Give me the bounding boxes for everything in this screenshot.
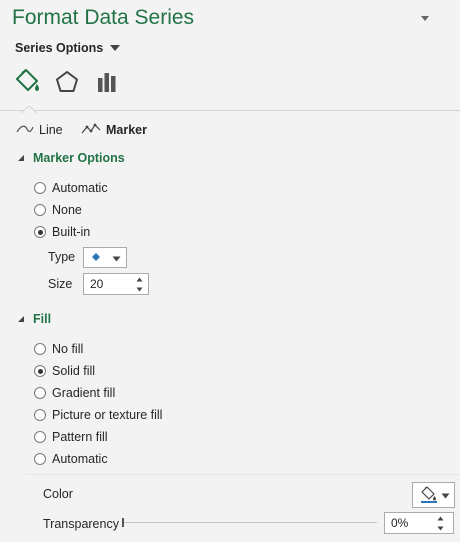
radio-label: No fill: [52, 342, 84, 356]
marker-line-icon: [81, 123, 101, 138]
pane-options-dropdown-icon[interactable]: [418, 12, 432, 22]
radio-button[interactable]: [34, 431, 46, 443]
marker-options-heading: Marker Options: [33, 151, 125, 165]
radio-label: Automatic: [52, 181, 108, 195]
transparency-slider-track[interactable]: [123, 522, 377, 523]
transparency-input[interactable]: [385, 513, 433, 533]
subtab-line[interactable]: Line: [16, 121, 63, 139]
radio-button[interactable]: [34, 409, 46, 421]
fill-radio-no-fill[interactable]: No fill: [34, 340, 83, 358]
marker-options-header[interactable]: Marker Options: [17, 151, 125, 165]
fill-radio-solid-fill[interactable]: Solid fill: [34, 362, 95, 380]
marker-shape-icon: [91, 251, 101, 265]
transparency-spinner[interactable]: [384, 512, 454, 534]
radio-label: Pattern fill: [52, 430, 108, 444]
collapse-triangle-icon: [17, 312, 25, 326]
bar-chart-icon: [94, 69, 120, 98]
radio-button[interactable]: [34, 343, 46, 355]
transparency-label: Transparency: [43, 517, 119, 531]
marker-size-input[interactable]: [84, 274, 132, 294]
fill-color-picker[interactable]: [412, 482, 455, 508]
spin-up-icon[interactable]: [132, 276, 146, 283]
fill-radio-picture-texture[interactable]: Picture or texture fill: [34, 406, 162, 424]
radio-label: Built-in: [52, 225, 91, 239]
radio-button[interactable]: [34, 453, 46, 465]
radio-button-selected[interactable]: [34, 365, 46, 377]
radio-label: None: [52, 203, 82, 217]
radio-label: Gradient fill: [52, 386, 116, 400]
marker-radio-none[interactable]: None: [34, 201, 82, 219]
series-options-tab[interactable]: [92, 68, 122, 98]
radio-button[interactable]: [34, 387, 46, 399]
chevron-down-icon: [112, 251, 121, 265]
fill-heading: Fill: [33, 312, 52, 326]
subtab-marker[interactable]: Marker: [81, 121, 147, 139]
color-label: Color: [43, 487, 73, 501]
marker-radio-built-in[interactable]: Built-in: [34, 223, 90, 241]
radio-label: Solid fill: [52, 364, 96, 378]
fill-radio-pattern-fill[interactable]: Pattern fill: [34, 428, 108, 446]
radio-button-selected[interactable]: [34, 226, 46, 238]
fill-line-icon: [14, 67, 42, 98]
series-options-label: Series Options: [15, 41, 104, 55]
type-label: Type: [48, 250, 76, 264]
radio-label: Picture or texture fill: [52, 408, 163, 422]
tab-divider: [0, 110, 460, 111]
marker-size-spinner[interactable]: [83, 273, 149, 295]
fill-header[interactable]: Fill: [17, 312, 51, 326]
radio-label: Automatic: [52, 452, 108, 466]
effects-tab[interactable]: [52, 68, 82, 98]
chevron-down-icon: [441, 488, 450, 502]
effects-icon: [54, 69, 80, 98]
spin-arrows: [433, 513, 447, 533]
fill-radio-automatic[interactable]: Automatic: [34, 450, 108, 468]
pane-title: Format Data Series: [12, 6, 195, 29]
subtab-marker-label: Marker: [106, 123, 147, 137]
section-divider: [26, 474, 460, 475]
spin-up-icon[interactable]: [433, 515, 447, 522]
transparency-slider-thumb[interactable]: [122, 518, 124, 527]
subtab-line-label: Line: [39, 123, 63, 137]
marker-radio-automatic[interactable]: Automatic: [34, 179, 108, 197]
spin-down-icon[interactable]: [433, 525, 447, 532]
spin-down-icon[interactable]: [132, 286, 146, 293]
chevron-down-icon: [109, 41, 121, 55]
paint-bucket-icon: [420, 485, 438, 506]
line-icon: [16, 123, 34, 138]
fill-radio-gradient-fill[interactable]: Gradient fill: [34, 384, 115, 402]
radio-button[interactable]: [34, 204, 46, 216]
fill-line-tab[interactable]: [13, 67, 43, 97]
active-tab-notch: [20, 103, 38, 114]
size-label: Size: [48, 277, 73, 291]
collapse-triangle-icon: [17, 151, 25, 165]
marker-type-select[interactable]: [83, 247, 127, 268]
radio-button[interactable]: [34, 182, 46, 194]
spin-arrows: [132, 274, 146, 294]
series-options-dropdown[interactable]: Series Options: [15, 39, 121, 57]
